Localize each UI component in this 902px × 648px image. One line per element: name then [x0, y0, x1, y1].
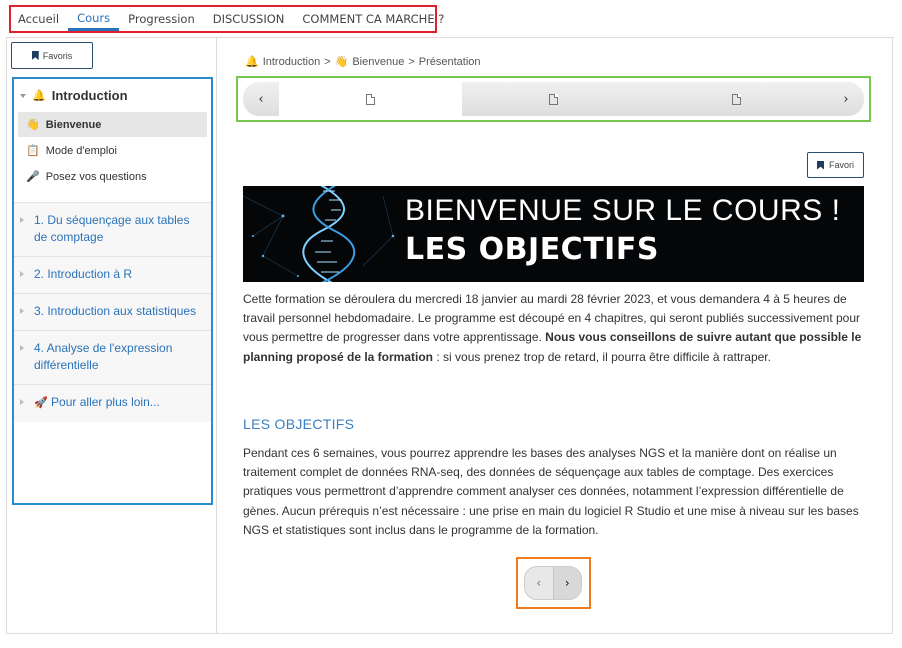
chapter-label: 1. Du séquençage aux tables de comptage — [34, 213, 190, 244]
previous-unit-button[interactable]: ‹ — [525, 567, 553, 599]
chapter-label: 🚀 Pour aller plus loin... — [34, 394, 205, 412]
document-icon — [732, 93, 741, 105]
section-title: Introduction — [51, 88, 128, 103]
rocket-icon: 🚀 — [34, 397, 48, 409]
tab-comment-ca-marche[interactable]: COMMENT CA MARCHE ? — [293, 7, 453, 31]
tab-accueil[interactable]: Accueil — [18, 7, 68, 31]
caret-right-icon — [20, 271, 24, 277]
bookmark-icon — [31, 51, 39, 60]
course-outline: 🔔 Introduction 👋 Bienvenue 📋 Mode d'empl… — [12, 77, 213, 505]
welcome-banner: BIENVENUE SUR LE COURS ! LES OBJECTIFS — [243, 186, 864, 282]
favori-label: Favori — [828, 160, 854, 170]
banner-title: BIENVENUE SUR LE COURS ! — [405, 194, 841, 227]
document-icon — [366, 93, 375, 105]
caret-down-icon — [20, 93, 26, 98]
sequence-next-button[interactable]: › — [828, 82, 864, 116]
microphone-icon: 🎤 — [26, 171, 40, 183]
intro-tail-text: : si vous prenez trop de retard, il pour… — [433, 349, 771, 364]
outline-item-label: Bienvenue — [45, 118, 102, 131]
banner-subtitle: LES OBJECTIFS — [405, 232, 659, 267]
bell-icon: 🔔 — [245, 56, 259, 68]
outline-item-mode-emploi[interactable]: 📋 Mode d'emploi — [18, 138, 207, 163]
waving-hand-icon: 👋 — [26, 119, 40, 131]
favorites-button[interactable]: Favoris — [11, 42, 93, 69]
tab-discussion[interactable]: DISCUSSION — [204, 7, 294, 31]
dna-helix-image — [243, 186, 395, 282]
waving-hand-icon: 👋 — [334, 56, 349, 68]
unit-content: 🔔 Introduction > 👋 Bienvenue > Présentat… — [217, 38, 893, 634]
intro-paragraph: Cette formation se déroulera du mercredi… — [243, 290, 865, 367]
chapter-label: 2. Introduction à R — [34, 267, 133, 281]
breadcrumb-presentation: Présentation — [418, 55, 481, 68]
caret-right-icon — [20, 308, 24, 314]
sequence-unit-1[interactable] — [279, 82, 462, 116]
favorites-label: Favoris — [42, 50, 73, 61]
breadcrumb-separator: > — [324, 55, 331, 68]
caret-right-icon — [20, 217, 24, 223]
outline-item-bienvenue[interactable]: 👋 Bienvenue — [18, 112, 207, 137]
chapter-1[interactable]: 1. Du séquençage aux tables de comptage — [14, 202, 211, 256]
unit-pager: ‹ › — [516, 557, 591, 609]
breadcrumb: 🔔 Introduction > 👋 Bienvenue > Présentat… — [245, 55, 481, 69]
tab-cours[interactable]: Cours — [68, 7, 120, 31]
course-sidebar: Favoris 🔔 Introduction 👋 Bienvenue 📋 Mod… — [6, 38, 217, 634]
sequence-unit-3[interactable] — [645, 82, 828, 116]
favori-button[interactable]: Favori — [807, 152, 864, 178]
chapter-aller-plus-loin[interactable]: 🚀 Pour aller plus loin... — [14, 384, 211, 422]
objectifs-paragraph: Pendant ces 6 semaines, vous pourrez app… — [243, 446, 859, 537]
breadcrumb-introduction[interactable]: Introduction — [263, 56, 320, 68]
chapter-4[interactable]: 4. Analyse de l'expression différentiell… — [14, 330, 211, 384]
bookmark-icon — [816, 160, 824, 170]
outline-item-label: Posez vos questions — [45, 170, 147, 183]
section-introduction[interactable]: 🔔 Introduction — [14, 79, 211, 112]
caret-right-icon — [20, 345, 24, 351]
next-unit-button[interactable]: › — [552, 567, 581, 599]
chapter-2[interactable]: 2. Introduction à R — [14, 256, 211, 293]
bell-icon: 🔔 — [32, 90, 46, 102]
chapter-3[interactable]: 3. Introduction aux statistiques — [14, 293, 211, 330]
sequence-unit-2[interactable] — [462, 82, 645, 116]
course-tabs: Accueil Cours Progression DISCUSSION COM… — [9, 5, 444, 33]
breadcrumb-bienvenue[interactable]: Bienvenue — [352, 56, 404, 68]
sequence-navigation: ‹ › — [236, 76, 871, 122]
chapter-label: 4. Analyse de l'expression différentiell… — [34, 341, 173, 372]
outline-item-label: Mode d'emploi — [45, 144, 117, 157]
chapter-label-text: Pour aller plus loin... — [51, 395, 160, 409]
document-icon — [549, 93, 558, 105]
outline-item-posez-questions[interactable]: 🎤 Posez vos questions — [18, 164, 207, 189]
breadcrumb-separator: > — [408, 55, 415, 68]
clipboard-icon: 📋 — [26, 145, 40, 157]
objectifs-heading: LES OBJECTIFS — [243, 416, 355, 432]
chapter-label: 3. Introduction aux statistiques — [34, 304, 197, 318]
caret-right-icon — [20, 399, 24, 405]
tab-progression[interactable]: Progression — [119, 7, 204, 31]
sequence-prev-button[interactable]: ‹ — [243, 82, 279, 116]
